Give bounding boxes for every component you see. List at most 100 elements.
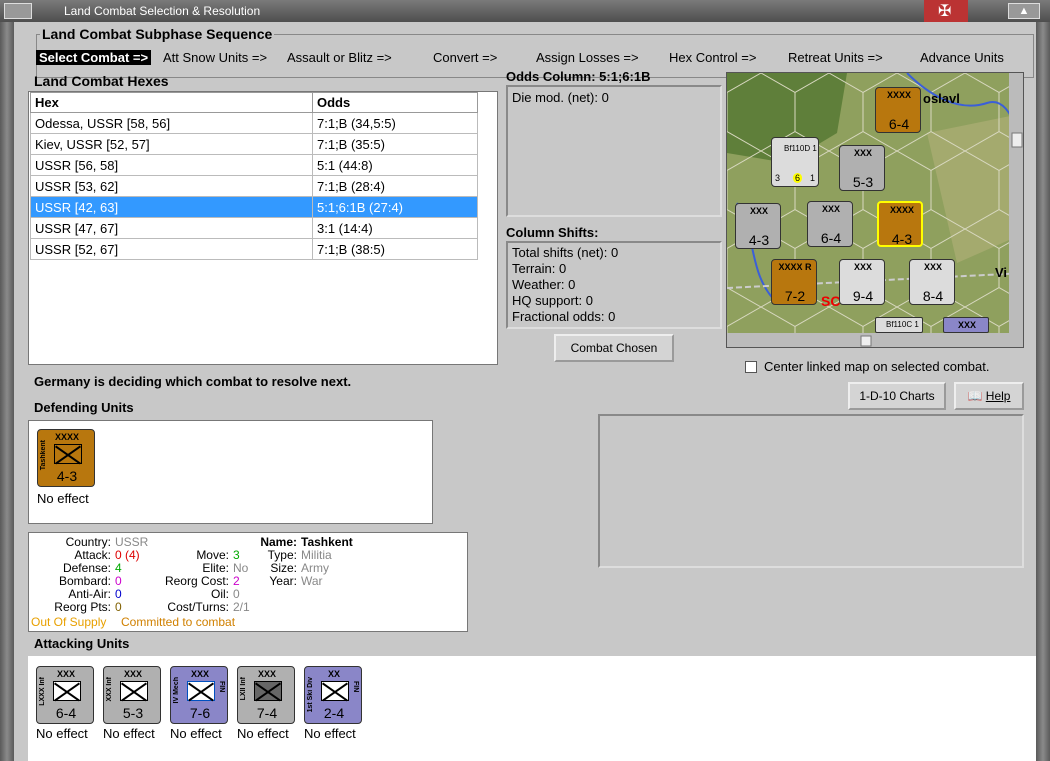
attacking-unit-counter[interactable]: XXX LXII Inf 7-4 — [237, 666, 295, 724]
linked-map[interactable]: oslavl Vi SC XXXX 6-4 XXX 5-3 Bf110D 1 3 6… — [726, 72, 1024, 348]
hq-support-text: HQ support: 0 — [512, 293, 593, 308]
weather-shift-text: Weather: 0 — [512, 277, 576, 292]
attacking-units-title: Attacking Units — [34, 636, 130, 651]
odds-cell: 7:1;B (34,5:5) — [312, 112, 478, 134]
odds-column-header[interactable]: Odds — [312, 92, 478, 113]
infantry-symbol-icon — [120, 681, 148, 701]
attacking-unit-effect: No effect — [103, 726, 155, 741]
die-mod-text: Die mod. (net): 0 — [512, 90, 609, 105]
odds-panel: Die mod. (net): 0 — [506, 85, 722, 217]
window-frame-left — [0, 22, 14, 761]
map-unit[interactable]: XXXX 6-4 — [875, 87, 921, 133]
map-unit-selected[interactable]: XXXX 4-3 — [877, 201, 923, 247]
map-unit[interactable]: XXX 9-4 — [839, 259, 885, 305]
table-row[interactable]: Odessa, USSR [58, 56] 7:1;B (34,5:5) — [30, 112, 478, 134]
odds-cell: 7:1;B (28:4) — [312, 175, 478, 197]
map-city-label: oslavl — [923, 91, 960, 106]
step-assault-or-blitz[interactable]: Assault or Blitz => — [287, 50, 392, 65]
map-city-label-3: SC — [821, 293, 841, 309]
table-row[interactable]: USSR [56, 58] 5:1 (44:8) — [30, 154, 478, 176]
step-assign-losses[interactable]: Assign Losses => — [536, 50, 639, 65]
attacking-unit-counter[interactable]: XX 1st Ski Div FIN 2-4 — [304, 666, 362, 724]
map-unit[interactable]: XXX — [943, 317, 989, 333]
defending-units-title: Defending Units — [34, 400, 134, 415]
map-air-unit[interactable]: Bf110C 1 — [875, 317, 923, 333]
odds-cell: 7:1;B (38:5) — [312, 238, 478, 260]
hex-column-header[interactable]: Hex — [30, 92, 313, 113]
odds-cell: 7:1;B (35:5) — [312, 133, 478, 155]
attacking-unit-effect: No effect — [170, 726, 222, 741]
column-shifts-panel: Total shifts (net): 0 Terrain: 0 Weather… — [506, 241, 722, 329]
table-row[interactable]: USSR [53, 62] 7:1;B (28:4) — [30, 175, 478, 197]
map-unit[interactable]: XXX 5-3 — [839, 145, 885, 191]
attacking-unit-effect: No effect — [304, 726, 356, 741]
center-map-checkbox[interactable] — [745, 361, 757, 373]
supply-status: Out Of Supply — [31, 615, 107, 629]
defending-unit-counter[interactable]: XXXX Tashkent 4-3 — [37, 429, 95, 487]
close-button[interactable]: ▲ — [1008, 3, 1040, 19]
total-shifts-text: Total shifts (net): 0 — [512, 245, 619, 260]
map-unit[interactable]: XXX 6-4 — [807, 201, 853, 247]
step-advance-units[interactable]: Advance Units — [920, 50, 1004, 65]
odds-cell: 5:1 (44:8) — [312, 154, 478, 176]
ski-symbol-icon — [321, 681, 349, 701]
combat-hexes-table: Hex Odds Odessa, USSR [58, 56] 7:1;B (34,… — [30, 92, 478, 260]
map-horizontal-scrollbar[interactable] — [727, 333, 1024, 348]
charts-button[interactable]: 1-D-10 Charts — [848, 382, 946, 410]
defending-unit-effect: No effect — [37, 491, 89, 506]
window-title: Land Combat Selection & Resolution — [64, 4, 261, 18]
combat-chosen-button[interactable]: Combat Chosen — [554, 334, 674, 362]
help-button[interactable]: 📖 Help — [954, 382, 1024, 410]
book-icon: 📖 — [967, 389, 983, 403]
map-unit[interactable]: XXX 4-3 — [735, 203, 781, 249]
odds-column-title: Odds Column: 5:1;6:1B — [506, 69, 651, 84]
hex-cell: USSR [42, 63] — [30, 196, 313, 218]
hex-cell: USSR [53, 62] — [30, 175, 313, 197]
mech-symbol-icon — [187, 681, 215, 701]
column-shifts-title: Column Shifts: — [506, 225, 599, 240]
table-row-selected[interactable]: USSR [42, 63] 5:1;6:1B (27:4) — [30, 196, 478, 218]
combat-hexes-title: Land Combat Hexes — [34, 73, 169, 89]
map-city-label-2: Vi — [995, 265, 1008, 280]
map-unit[interactable]: XXX 8-4 — [909, 259, 955, 305]
table-row[interactable]: USSR [47, 67] 3:1 (14:4) — [30, 217, 478, 239]
odds-cell: 5:1;6:1B (27:4) — [312, 196, 478, 218]
map-unit[interactable]: XXXX R 7-2 — [771, 259, 817, 305]
center-map-label: Center linked map on selected combat. — [764, 359, 990, 374]
fractional-odds-text: Fractional odds: 0 — [512, 309, 616, 324]
attacking-unit-effect: No effect — [237, 726, 289, 741]
system-menu-button[interactable] — [4, 3, 32, 19]
table-row[interactable]: USSR [52, 67] 7:1;B (38:5) — [30, 238, 478, 260]
table-row[interactable]: Kiev, USSR [52, 57] 7:1;B (35:5) — [30, 133, 478, 155]
window-frame-right — [1036, 22, 1050, 761]
unit-info-panel: Country: USSR Attack: 0 (4) Defense: 4 B… — [28, 532, 468, 632]
attacking-units-panel: XXX LXXX Inf 6-4 No effect XXX XXX Inf 5-3… — [28, 656, 1036, 761]
combat-status-text: Germany is deciding which combat to reso… — [34, 374, 352, 389]
infantry-symbol-icon — [53, 681, 81, 701]
title-bar: Land Combat Selection & Resolution ▲ — [0, 0, 1050, 22]
terrain-shift-text: Terrain: 0 — [512, 261, 567, 276]
defending-units-panel: XXXX Tashkent 4-3 No effect — [28, 420, 433, 524]
infantry-symbol-icon — [254, 681, 282, 701]
step-hex-control[interactable]: Hex Control => — [669, 50, 756, 65]
hex-cell: Odessa, USSR [58, 56] — [30, 112, 313, 134]
german-flag-icon — [924, 0, 968, 22]
step-att-snow-units[interactable]: Att Snow Units => — [163, 50, 267, 65]
subphase-sequence-title: Land Combat Subphase Sequence — [40, 26, 275, 42]
odds-cell: 3:1 (14:4) — [312, 217, 478, 239]
help-label: Help — [985, 389, 1011, 403]
committed-status: Committed to combat — [121, 615, 236, 629]
attacking-unit-counter[interactable]: XXX IV Mech FIN 7-6 — [170, 666, 228, 724]
attacking-unit-counter[interactable]: XXX LXXX Inf 6-4 — [36, 666, 94, 724]
step-convert[interactable]: Convert => — [433, 50, 497, 65]
hex-cell: USSR [56, 58] — [30, 154, 313, 176]
dialog-content: Land Combat Subphase Sequence Select Com… — [14, 22, 1036, 761]
hex-cell: USSR [47, 67] — [30, 217, 313, 239]
map-vertical-scrollbar[interactable] — [1009, 73, 1024, 333]
militia-symbol-icon — [54, 444, 82, 464]
map-air-unit[interactable]: Bf110D 1 3 6 1 — [771, 137, 819, 187]
combat-result-panel — [598, 414, 1024, 568]
step-retreat-units[interactable]: Retreat Units => — [788, 50, 883, 65]
step-select-combat[interactable]: Select Combat => — [36, 50, 152, 65]
attacking-unit-counter[interactable]: XXX XXX Inf 5-3 — [103, 666, 161, 724]
